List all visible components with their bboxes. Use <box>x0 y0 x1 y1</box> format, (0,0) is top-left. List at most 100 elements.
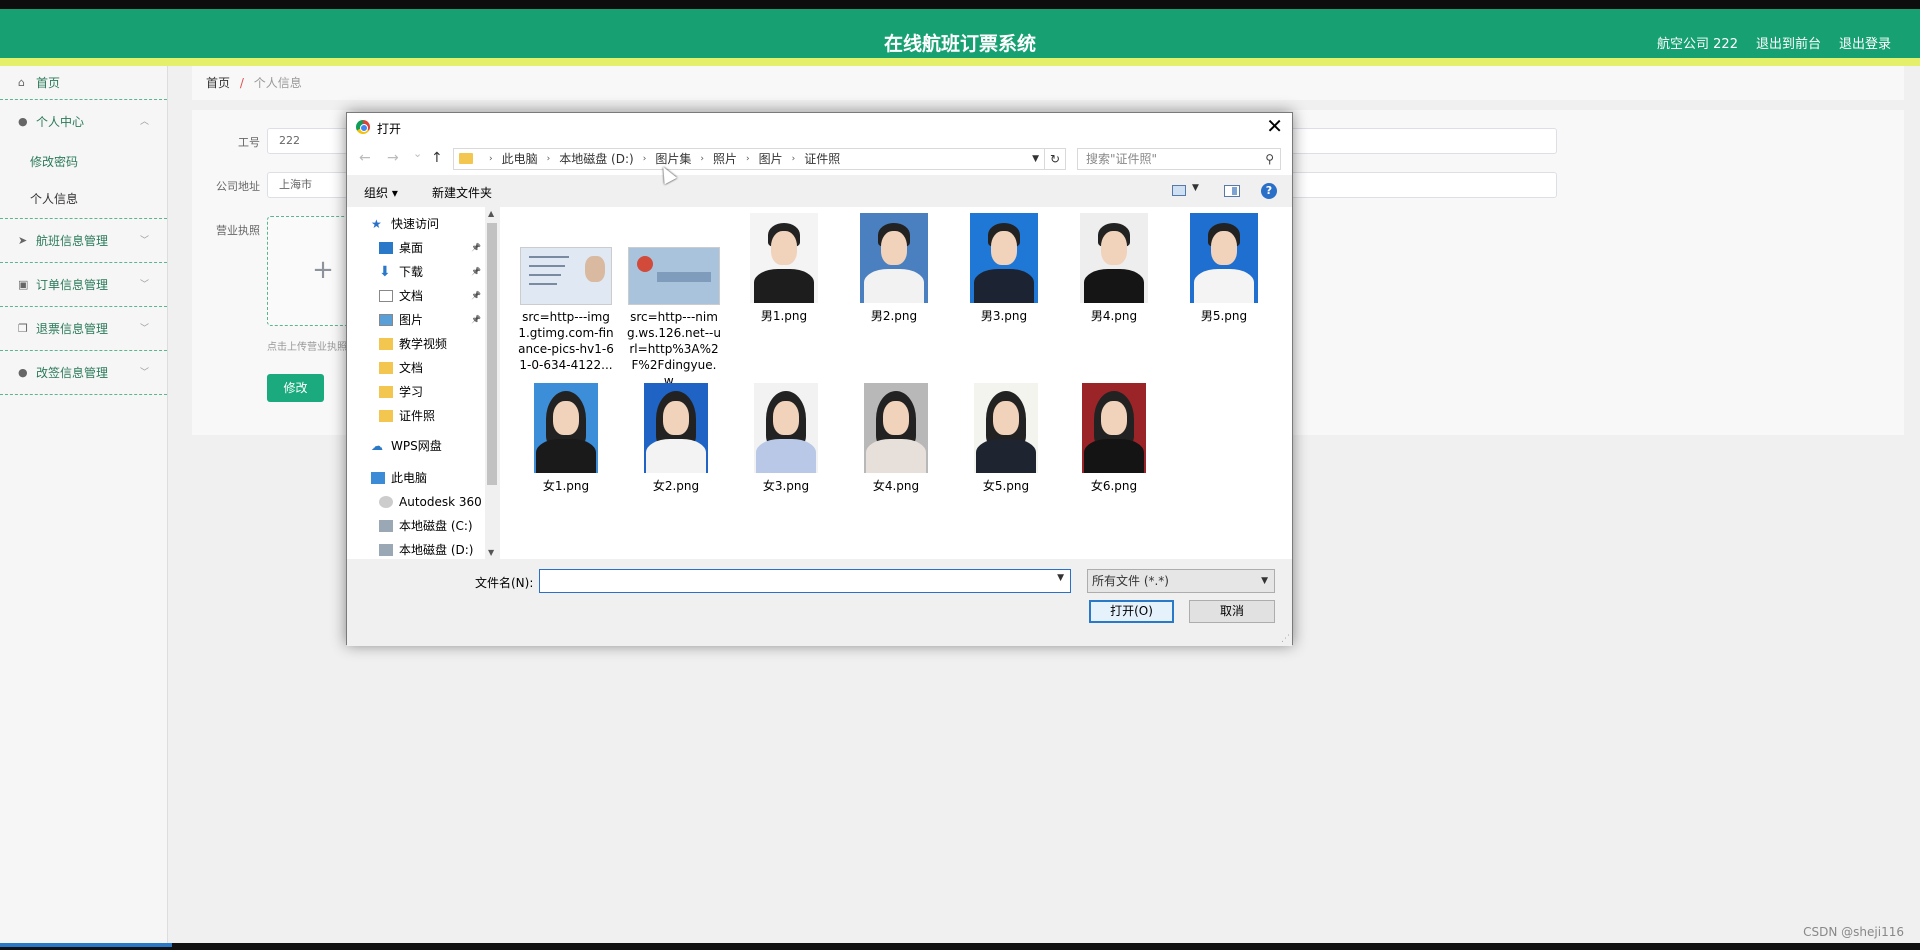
to-front-link[interactable]: 退出到前台 <box>1756 33 1821 52</box>
search-input[interactable]: 搜索"证件照" ⚲ <box>1077 148 1281 170</box>
app-page: 在线航班订票系统 航空公司 222 退出到前台 退出登录 ⌂ 首页 ● 个人中心… <box>0 0 1920 943</box>
dialog-titlebar[interactable]: 打开 ✕ <box>347 113 1292 141</box>
cancel-button[interactable]: 取消 <box>1189 600 1275 623</box>
file-tile[interactable]: 女1.png <box>518 383 614 494</box>
nav-tree-item[interactable]: ★ 快速访问 <box>371 213 439 235</box>
organize-button[interactable]: 组织 ▾ <box>364 184 398 201</box>
file-tile[interactable]: 男1.png <box>736 213 832 324</box>
file-open-dialog: 打开 ✕ ← → ⌄ ↑ › 此电脑 › 本地磁盘 (D:) › 图片集 › 照… <box>346 112 1293 646</box>
portrait-thumbnail <box>750 213 818 303</box>
copy-icon: ❐ <box>18 322 28 335</box>
nav-tree-item[interactable]: 学习 <box>379 381 423 403</box>
logout-link[interactable]: 退出登录 <box>1839 33 1891 52</box>
view-icon[interactable] <box>1172 185 1186 196</box>
photo-icon <box>585 256 605 282</box>
sidebar-item-rebooking[interactable]: ● 改签信息管理 ﹀ <box>0 351 167 395</box>
nav-tree-item[interactable]: 桌面 📌 <box>379 237 481 259</box>
path-segment[interactable]: 图片 <box>759 149 783 169</box>
new-folder-button[interactable]: 新建文件夹 <box>432 184 492 201</box>
nav-tree-item[interactable]: 图片 📌 <box>379 309 481 331</box>
chevron-down-icon[interactable]: ▼ <box>1057 573 1064 583</box>
recent-locations-icon[interactable]: ⌄ <box>413 147 422 160</box>
nav-tree-item[interactable]: 文档 📌 <box>379 285 481 307</box>
sidebar-item-personal-center[interactable]: ● 个人中心 ︿ <box>0 100 167 144</box>
sidebar-item-refunds[interactable]: ❐ 退票信息管理 ﹀ <box>0 307 167 351</box>
nav-tree-item[interactable]: 证件照 <box>379 405 435 427</box>
chevron-down-icon[interactable]: ▼ <box>1032 149 1039 169</box>
nav-tree-item[interactable]: 教学视频 <box>379 333 447 355</box>
file-tile[interactable]: src=http---nimg.ws.126.net--url=http%3A%… <box>626 213 722 389</box>
sidebar-item-flights[interactable]: ➤ 航班信息管理 ﹀ <box>0 219 167 263</box>
file-tile[interactable]: 女6.png <box>1066 383 1162 494</box>
refresh-icon[interactable]: ↻ <box>1044 148 1066 170</box>
file-tile[interactable]: 男5.png <box>1176 213 1272 324</box>
nav-tree-item[interactable]: Autodesk 360 <box>379 491 482 513</box>
chevron-down-icon[interactable]: ▼ <box>1192 183 1199 193</box>
path-segment[interactable]: 图片集 <box>655 149 691 169</box>
scroll-down-icon[interactable]: ▼ <box>488 548 494 557</box>
sidebar-subitem-personal-info[interactable]: 个人信息 <box>0 181 167 218</box>
nav-tree-label: 下载 <box>399 265 424 279</box>
forward-arrow-icon[interactable]: → <box>387 150 399 166</box>
path-segment[interactable]: 本地磁盘 (D:) <box>559 149 633 169</box>
sidebar-item-label: 退票信息管理 <box>36 322 109 336</box>
back-arrow-icon[interactable]: ← <box>359 150 371 166</box>
cloud-icon: ☁ <box>371 439 383 453</box>
face-shape <box>993 401 1019 435</box>
nav-tree-label: 文档 <box>399 289 424 303</box>
portrait-thumbnail <box>754 383 818 473</box>
face-shape <box>881 231 907 265</box>
nav-tree-item[interactable]: 文档 <box>379 357 423 379</box>
close-icon[interactable]: ✕ <box>1266 114 1283 138</box>
nav-tree-item[interactable]: 本地磁盘 (D:) <box>379 539 473 559</box>
drive-icon <box>379 544 393 556</box>
scroll-up-icon[interactable]: ▲ <box>488 209 494 218</box>
face-shape <box>771 231 797 265</box>
sidebar-subitem-change-password[interactable]: 修改密码 <box>0 144 167 181</box>
text-line <box>529 283 557 285</box>
portrait-thumbnail <box>860 213 928 303</box>
briefcase-icon: ▣ <box>18 278 29 291</box>
path-segment[interactable]: 照片 <box>713 149 737 169</box>
filename-input[interactable]: ▼ <box>539 569 1071 593</box>
scrollbar-thumb[interactable] <box>487 223 497 485</box>
open-button[interactable]: 打开(O) <box>1089 600 1174 623</box>
portrait-thumbnail <box>644 383 708 473</box>
path-segment[interactable]: 此电脑 <box>502 149 538 169</box>
modify-button[interactable]: 修改 <box>267 374 324 402</box>
file-tile[interactable]: 女2.png <box>628 383 724 494</box>
breadcrumb-current: 个人信息 <box>253 76 302 90</box>
drive-icon <box>379 520 393 532</box>
file-tile[interactable]: 男3.png <box>956 213 1052 324</box>
resize-grip-icon[interactable]: ⋰ <box>1281 634 1290 644</box>
file-tile[interactable]: 女3.png <box>738 383 834 494</box>
nav-tree-item[interactable]: 此电脑 <box>371 467 427 489</box>
file-tile[interactable]: 女5.png <box>958 383 1054 494</box>
sidebar-item-orders[interactable]: ▣ 订单信息管理 ﹀ <box>0 263 167 307</box>
address-bar[interactable]: › 此电脑 › 本地磁盘 (D:) › 图片集 › 照片 › 图片 › 证件照 … <box>453 148 1045 170</box>
nav-tree-item[interactable]: ☁ WPS网盘 <box>371 435 442 457</box>
file-name: 女4.png <box>872 479 920 493</box>
up-arrow-icon[interactable]: ↑ <box>431 150 443 166</box>
breadcrumb-home[interactable]: 首页 <box>206 76 230 90</box>
file-tile[interactable]: 男2.png <box>846 213 942 324</box>
nav-scrollbar[interactable]: ▲ ▼ <box>485 207 499 559</box>
dialog-toolbar: 组织 ▾ 新建文件夹 ▼ ? <box>347 175 1292 207</box>
text-line <box>529 274 561 276</box>
upload-tip: 点击上传营业执照 <box>267 342 347 353</box>
file-tile[interactable]: 女4.png <box>848 383 944 494</box>
sidebar-item-home[interactable]: ⌂ 首页 <box>0 66 167 100</box>
nav-tree-item[interactable]: 本地磁盘 (C:) <box>379 515 473 537</box>
help-icon[interactable]: ? <box>1261 183 1277 199</box>
sidebar-item-label: 航班信息管理 <box>36 234 109 248</box>
file-name: 男2.png <box>870 309 918 323</box>
filetype-select[interactable]: 所有文件 (*.*) ▼ <box>1087 569 1275 593</box>
nav-tree-label: 文档 <box>399 361 424 375</box>
body-shape <box>646 439 706 473</box>
nav-tree-item[interactable]: ⬇ 下载 📌 <box>379 261 481 283</box>
file-tile[interactable]: 男4.png <box>1066 213 1162 324</box>
chevron-down-icon: ﹀ <box>139 280 149 290</box>
path-segment[interactable]: 证件照 <box>804 149 840 169</box>
preview-pane-icon[interactable] <box>1224 185 1240 197</box>
file-tile[interactable]: src=http---img1.gtimg.com-finance-pics-h… <box>518 213 614 373</box>
